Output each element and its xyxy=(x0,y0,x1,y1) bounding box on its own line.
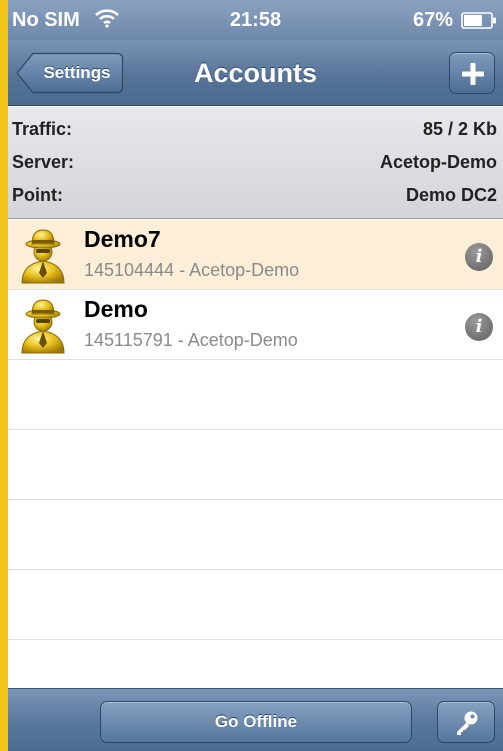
add-account-button[interactable] xyxy=(449,52,495,94)
page-title: Accounts xyxy=(193,58,318,88)
trader-avatar-icon xyxy=(21,299,65,354)
empty-row xyxy=(8,430,503,500)
account-name: Demo7 xyxy=(84,226,161,252)
server-label: Server: xyxy=(12,152,75,172)
settings-back-button[interactable]: Settings xyxy=(16,52,124,94)
empty-row xyxy=(8,500,503,570)
account-info-button[interactable]: i xyxy=(465,313,493,341)
traffic-row: Traffic: 85 / 2 Kb xyxy=(8,117,503,143)
traffic-label: Traffic: xyxy=(12,119,73,139)
traffic-value: 85 / 2 Kb xyxy=(422,119,497,139)
account-detail: 145115791 - Acetop-Demo xyxy=(84,330,298,350)
server-value: Acetop-Demo xyxy=(379,152,497,172)
plus-icon xyxy=(462,63,484,85)
point-label: Point: xyxy=(12,185,63,205)
point-value: Demo DC2 xyxy=(405,185,497,205)
battery-icon xyxy=(461,12,496,29)
account-list: Demo7 145104444 - Acetop-Demo i Demo 145… xyxy=(8,220,503,710)
navigation-bar: Settings Accounts xyxy=(8,40,503,106)
status-bar: No SIM 21:58 67% xyxy=(8,0,503,40)
go-offline-button[interactable]: Go Offline xyxy=(100,701,412,743)
key-icon xyxy=(457,711,478,735)
account-name: Demo xyxy=(84,296,148,322)
empty-row xyxy=(8,360,503,430)
trader-avatar-icon xyxy=(21,229,65,284)
account-row-demo[interactable]: Demo 145115791 - Acetop-Demo i xyxy=(8,290,503,360)
app-screen: No SIM 21:58 67% Settings Accounts Traff… xyxy=(8,0,503,751)
connection-info-panel: Traffic: 85 / 2 Kb Server: Acetop-Demo P… xyxy=(8,107,503,219)
key-button[interactable] xyxy=(437,701,495,743)
battery-percentage: 67% xyxy=(412,9,453,31)
server-row: Server: Acetop-Demo xyxy=(8,150,503,176)
empty-row xyxy=(8,570,503,640)
bottom-toolbar: Go Offline xyxy=(8,688,503,751)
account-row-demo7[interactable]: Demo7 145104444 - Acetop-Demo i xyxy=(8,220,503,290)
account-info-button[interactable]: i xyxy=(465,243,493,271)
back-button-label: Settings xyxy=(43,63,111,82)
account-detail: 145104444 - Acetop-Demo xyxy=(84,260,300,280)
point-row: Point: Demo DC2 xyxy=(8,183,503,209)
